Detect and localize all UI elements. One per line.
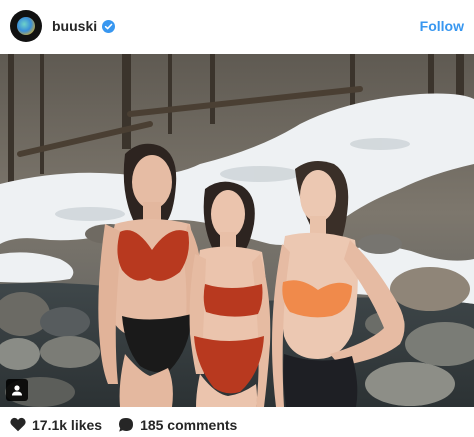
follow-button[interactable]: Follow	[420, 14, 464, 38]
comments-stat[interactable]: 185 comments	[118, 417, 237, 433]
verified-badge-icon	[102, 19, 116, 33]
avatar-image	[17, 17, 35, 35]
username[interactable]: buuski	[52, 18, 97, 34]
comments-count: 185 comments	[140, 416, 238, 433]
post-header: buuski Follow	[0, 0, 474, 52]
avatar[interactable]	[10, 10, 42, 42]
likes-stat[interactable]: 17.1k likes	[10, 417, 102, 433]
instagram-post: buuski Follow 17.1k likes 185 comments	[0, 0, 474, 437]
user-tag-icon[interactable]	[6, 379, 28, 401]
photo-scene	[0, 54, 474, 407]
heart-icon	[10, 417, 26, 432]
comment-bubble-icon	[119, 417, 134, 432]
post-photo[interactable]	[0, 54, 474, 407]
post-footer: 17.1k likes 185 comments	[0, 412, 474, 437]
likes-count: 17.1k likes	[32, 416, 103, 433]
